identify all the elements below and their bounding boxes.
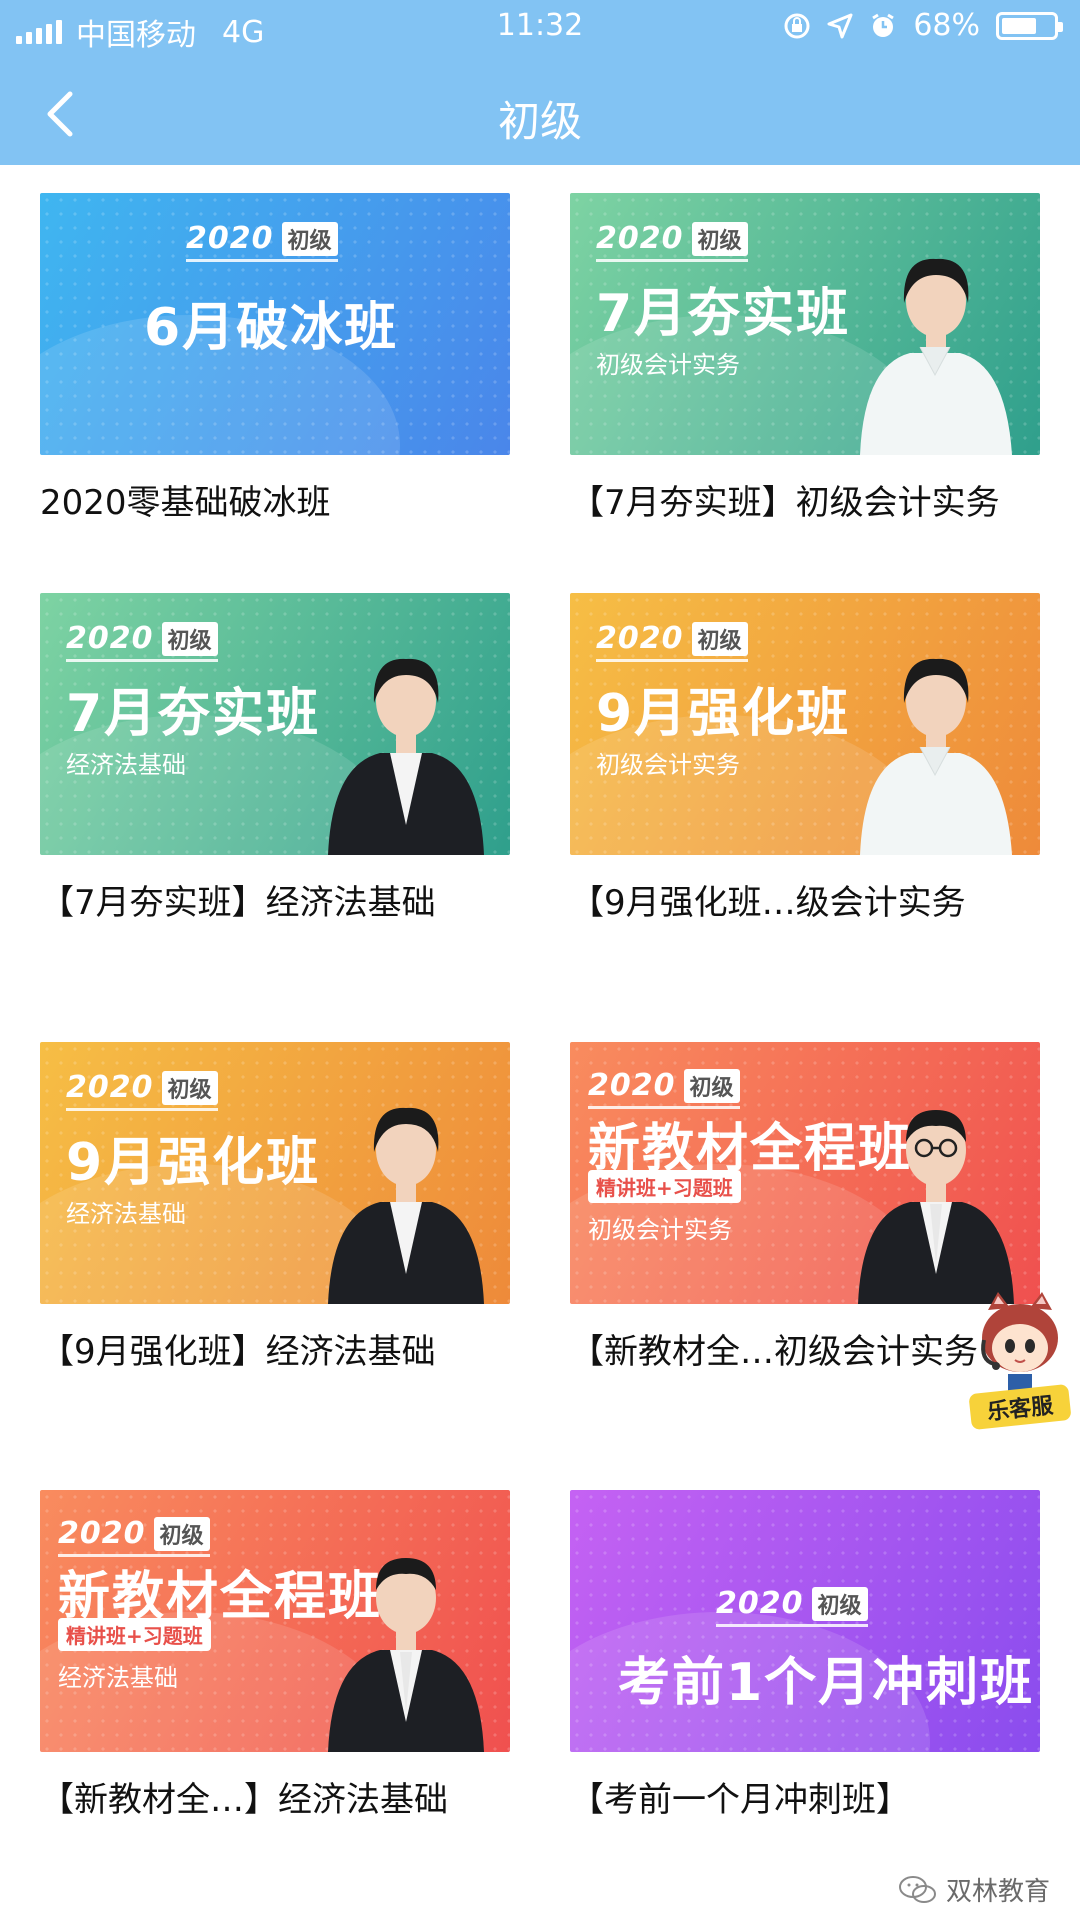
level-label: 初级 xyxy=(161,621,218,656)
level-label: 初级 xyxy=(811,1586,868,1621)
year-level-tag: 2020 初级 xyxy=(186,221,338,262)
course-title[interactable]: 2020零基础破冰班 xyxy=(40,475,510,524)
teacher-photo xyxy=(328,1107,484,1304)
wechat-icon xyxy=(898,1875,936,1903)
level-label: 初级 xyxy=(691,221,748,256)
course-banner[interactable]: 2020 初级 7月夯实班经济法基础 xyxy=(40,593,510,855)
course-banner[interactable]: 2020 初级 新教材全程班 精讲班+习题班 初级会计实务 xyxy=(570,1042,1040,1304)
status-bar: 中国移动 4G 11:32 68% xyxy=(0,0,1080,55)
year-level-tag: 2020 初级 xyxy=(58,1516,210,1557)
cat-mascot-icon xyxy=(981,1292,1058,1394)
year-level-tag: 2020 初级 xyxy=(596,221,748,262)
orientation-lock-icon xyxy=(784,13,810,38)
banner-subtitle: 经济法基础 xyxy=(66,1200,186,1228)
year-level-tag: 2020 初级 xyxy=(716,1586,868,1627)
battery-fill xyxy=(1002,17,1036,34)
course-title[interactable]: 【7月夯实班】经济法基础 xyxy=(40,875,510,924)
banner-subtitle: 经济法基础 xyxy=(66,751,186,779)
level-label: 初级 xyxy=(281,221,338,256)
level-label: 初级 xyxy=(691,621,748,656)
year-level-tag: 2020 初级 xyxy=(66,621,218,662)
banner-headline: 考前1个月冲刺班 xyxy=(618,1653,1035,1713)
location-icon xyxy=(827,13,853,38)
status-right: 68% xyxy=(783,8,1063,43)
course-card[interactable]: 2020 初级 7月夯实班经济法基础 【7月夯实班】经济法基础 xyxy=(40,593,510,924)
course-banner[interactable]: 2020 初级 7月夯实班初级会计实务 xyxy=(570,193,1040,455)
course-banner[interactable]: 2020 初级 9月强化班初级会计实务 xyxy=(570,593,1040,855)
banner-headline: 7月夯实班 xyxy=(596,284,851,344)
course-card[interactable]: 2020 初级 6月破冰班 2020零基础破冰班 xyxy=(40,193,510,524)
year-label: 2020 xyxy=(716,1586,804,1621)
watermark: 双林教育 xyxy=(898,1871,1050,1908)
teacher-photo xyxy=(860,258,1012,455)
course-card[interactable]: 2020 初级 7月夯实班初级会计实务 【7月夯实班】初级会计实务 xyxy=(570,193,1040,524)
course-title[interactable]: 【新教材全…】经济法基础 xyxy=(40,1772,510,1821)
nav-bar: 初级 xyxy=(0,60,1080,165)
course-banner[interactable]: 2020 初级 6月破冰班 xyxy=(40,193,510,455)
course-card[interactable]: 2020 初级 9月强化班经济法基础 【9月强化班】经济法基础 xyxy=(40,1042,510,1373)
banner-subtitle: 初级会计实务 xyxy=(596,351,740,379)
watermark-text: 双林教育 xyxy=(945,1877,1050,1907)
battery-icon xyxy=(996,11,1063,40)
top-bar: 中国移动 4G 11:32 68% 初级 xyxy=(0,0,1080,165)
banner-pill: 精讲班+习题班 xyxy=(588,1170,741,1203)
teacher-photo xyxy=(328,1558,484,1752)
banner-headline: 9月强化班 xyxy=(596,684,851,744)
course-banner[interactable]: 2020 初级 考前1个月冲刺班 xyxy=(570,1490,1040,1752)
year-label: 2020 xyxy=(58,1516,146,1551)
course-title[interactable]: 【考前一个月冲刺班】 xyxy=(570,1772,1040,1821)
level-label: 初级 xyxy=(153,1516,210,1551)
level-label: 初级 xyxy=(683,1068,740,1103)
banner-headline: 9月强化班 xyxy=(66,1133,321,1193)
year-label: 2020 xyxy=(588,1068,676,1103)
customer-service-button[interactable]: 乐客服 xyxy=(968,1290,1072,1431)
teacher-photo xyxy=(860,658,1012,855)
battery-percent: 68% xyxy=(913,8,980,43)
course-title[interactable]: 【7月夯实班】初级会计实务 xyxy=(570,475,1040,524)
year-label: 2020 xyxy=(596,221,684,256)
year-level-tag: 2020 初级 xyxy=(66,1070,218,1111)
course-title[interactable]: 【9月强化班】经济法基础 xyxy=(40,1324,510,1373)
teacher-photo xyxy=(328,658,484,855)
banner-headline: 7月夯实班 xyxy=(66,684,321,744)
level-label: 初级 xyxy=(161,1070,218,1105)
year-level-tag: 2020 初级 xyxy=(596,621,748,662)
alarm-icon xyxy=(872,13,895,37)
course-banner[interactable]: 2020 初级 9月强化班经济法基础 xyxy=(40,1042,510,1304)
banner-pill: 精讲班+习题班 xyxy=(58,1618,211,1651)
teacher-photo xyxy=(858,1110,1014,1304)
page-title: 初级 xyxy=(497,97,582,146)
year-label: 2020 xyxy=(186,221,274,256)
banner-subtitle: 初级会计实务 xyxy=(596,751,740,779)
course-title[interactable]: 【9月强化班…级会计实务 xyxy=(570,875,1040,924)
year-level-tag: 2020 初级 xyxy=(588,1068,740,1109)
year-label: 2020 xyxy=(596,621,684,656)
course-card[interactable]: 2020 初级 9月强化班初级会计实务 【9月强化班…级会计实务 xyxy=(570,593,1040,924)
banner-subtitle: 初级会计实务 xyxy=(588,1216,732,1244)
year-label: 2020 xyxy=(66,1070,154,1105)
banner-subtitle: 经济法基础 xyxy=(58,1664,178,1692)
course-banner[interactable]: 2020 初级 新教材全程班 精讲班+习题班 经济法基础 xyxy=(40,1490,510,1752)
course-card[interactable]: 2020 初级 考前1个月冲刺班 【考前一个月冲刺班】 xyxy=(570,1490,1040,1821)
banner-headline: 6月破冰班 xyxy=(144,298,399,358)
course-card[interactable]: 2020 初级 新教材全程班 精讲班+习题班 经济法基础 【新教材全…】经济法基础 xyxy=(40,1490,510,1821)
year-label: 2020 xyxy=(66,621,154,656)
